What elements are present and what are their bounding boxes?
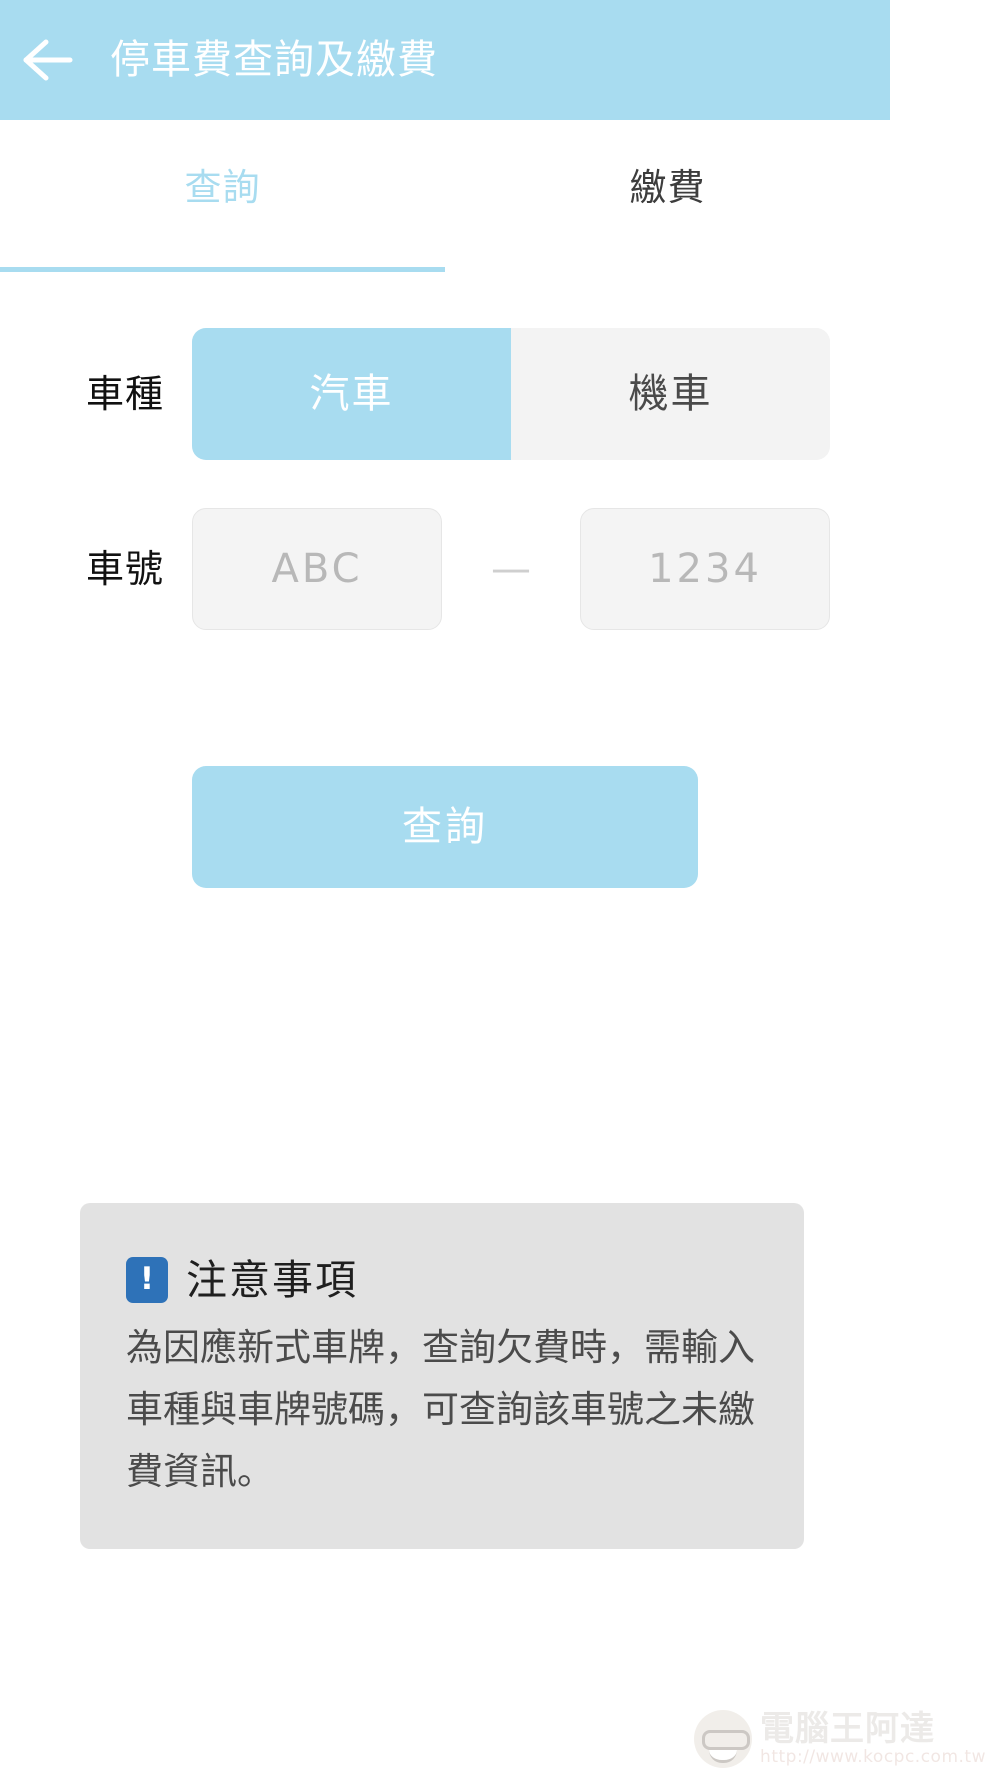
plate-number-group: — — [192, 508, 830, 630]
notice-title: 注意事項 — [186, 1255, 358, 1304]
submit-spacer — [0, 766, 192, 888]
plate-suffix-input[interactable] — [580, 508, 830, 630]
watermark-brand: 電腦王阿達 — [760, 1709, 936, 1749]
vehicle-type-option-motorcycle[interactable]: 機車 — [511, 328, 830, 460]
page-title: 停車費查詢及繳費 — [110, 37, 438, 83]
notice-header: ! 注意事項 — [126, 1257, 758, 1303]
arrow-left-icon — [23, 39, 73, 81]
exclamation-mark-icon: ! — [126, 1257, 168, 1303]
submit-row: 查詢 — [0, 766, 890, 888]
query-form: 車種 汽車 機車 車號 — 查詢 — [0, 300, 890, 888]
vehicle-type-row: 車種 汽車 機車 — [0, 328, 890, 460]
tab-active-indicator — [0, 267, 445, 272]
tab-query-label: 查詢 — [184, 165, 261, 209]
query-submit-button[interactable]: 查詢 — [192, 766, 698, 888]
vehicle-type-segmented-control[interactable]: 汽車 機車 — [192, 328, 830, 460]
watermark-url: http://www.kocpc.com.tw — [760, 1747, 986, 1767]
vehicle-type-option-car[interactable]: 汽車 — [192, 328, 511, 460]
plate-number-row: 車號 — — [0, 508, 890, 630]
exclamation-mark-glyph: ! — [139, 1260, 155, 1297]
tab-query[interactable]: 查詢 — [0, 120, 445, 272]
plate-number-label: 車號 — [85, 547, 164, 591]
app-header: 停車費查詢及繳費 — [0, 0, 890, 120]
notice-card: ! 注意事項 為因應新式車牌，查詢欠費時，需輸入車種與車牌號碼，可查詢該車號之未… — [80, 1203, 804, 1550]
plate-separator: — — [491, 546, 531, 592]
plate-prefix-input[interactable] — [192, 508, 442, 630]
back-button[interactable] — [0, 0, 96, 120]
tab-payment[interactable]: 繳費 — [445, 120, 890, 272]
tab-bar: 查詢 繳費 — [0, 120, 890, 272]
watermark: 電腦王阿達 http://www.kocpc.com.tw — [694, 1708, 986, 1770]
cartoon-face-icon — [694, 1710, 753, 1768]
vehicle-type-label: 車種 — [85, 372, 164, 416]
notice-body-text: 為因應新式車牌，查詢欠費時，需輸入車種與車牌號碼，可查詢該車號之未繳費資訊。 — [126, 1326, 755, 1494]
app-screen: 停車費查詢及繳費 查詢 繳費 車種 汽車 機車 車號 — — [0, 0, 1000, 1778]
watermark-text: 電腦王阿達 http://www.kocpc.com.tw — [760, 1712, 986, 1766]
tab-payment-label: 繳費 — [629, 165, 706, 209]
